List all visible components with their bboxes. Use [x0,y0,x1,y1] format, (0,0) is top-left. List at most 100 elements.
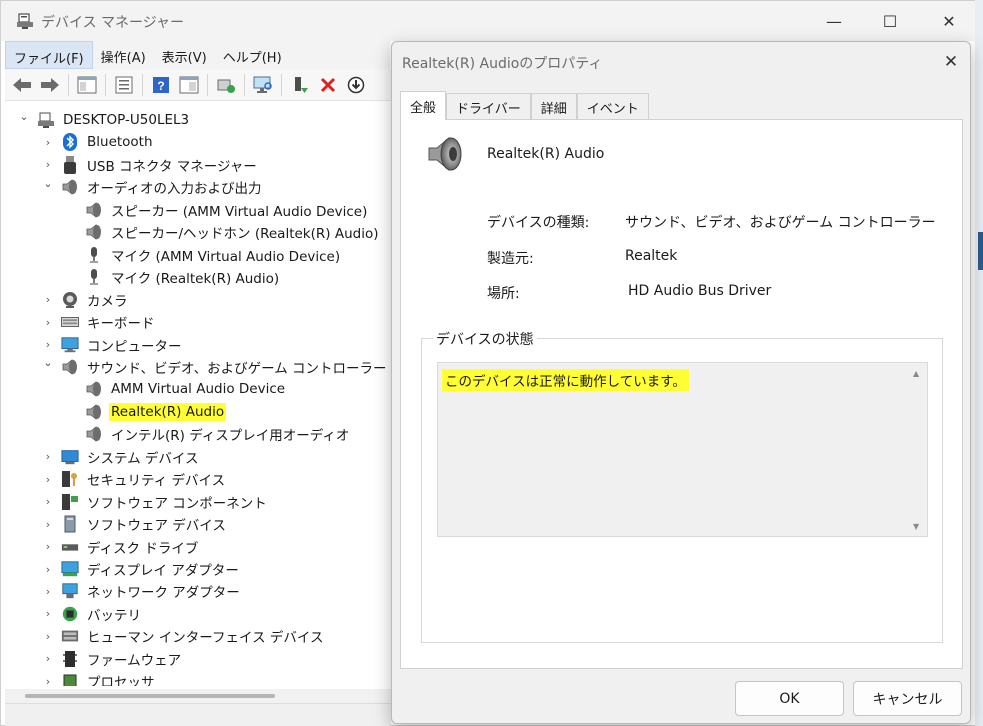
tree-item[interactable]: › ディスク ドライブ [41,536,200,558]
tree-item-label: DESKTOP-U50LEL3 [63,112,190,128]
chevron-right-icon[interactable]: › [41,158,55,171]
tree-view-icon [77,76,97,93]
maximize-button[interactable]: ☐ [867,7,913,35]
device-tree: ⌄ DESKTOP-U50LEL3 › Bluetooth › USB コネクタ マネージ… [5,101,391,686]
forward-button[interactable] [37,72,63,98]
menu-action[interactable]: 操作(A) [93,41,154,69]
back-arrow-icon [13,77,31,92]
menu-help[interactable]: ヘルプ(H) [215,41,290,69]
tree-item[interactable]: › ヒューマン インターフェイス デバイス [41,625,325,647]
chevron-right-icon[interactable]: › [41,293,55,306]
device-status-text: このデバイスは正常に動作しています。 [442,369,689,391]
chevron-right-icon[interactable]: › [41,563,55,576]
chevron-down-icon[interactable]: ⌄ [41,177,55,190]
firmware-icon [61,650,79,668]
chevron-right-icon[interactable]: › [41,338,55,351]
scrollbar-thumb[interactable] [25,694,275,698]
help-button[interactable]: ? [148,72,174,98]
download-button[interactable] [343,72,369,98]
status-scrollbar[interactable]: ▲ ▼ [909,364,926,535]
minimize-icon: — [826,11,842,31]
back-button[interactable] [9,72,35,98]
security-key-icon [61,470,79,488]
tree-item[interactable]: › Bluetooth [41,131,155,153]
dialog-close-button[interactable]: ✕ [940,51,962,73]
uninstall-device-button[interactable] [315,72,341,98]
tree-item[interactable]: › ソフトウェア コンポーネント [41,491,269,513]
tree-item[interactable]: ⌄ オーディオの入力および出力 [41,176,264,198]
chevron-right-icon[interactable]: › [41,652,55,665]
tree-item[interactable]: マイク (Realtek(R) Audio) [85,266,281,288]
tree-item[interactable]: › USB コネクタ マネージャー [41,154,259,176]
tab-general[interactable]: 全般 [400,91,447,120]
tree-item[interactable]: › システム デバイス [41,446,200,468]
help-icon: ? [153,76,169,93]
tab-events[interactable]: イベント [576,93,649,120]
device-type-label: デバイスの種類: [487,215,590,231]
show-hidden-button[interactable] [176,72,202,98]
window-title: デバイス マネージャー [41,15,185,31]
chevron-right-icon[interactable]: › [41,495,55,508]
chevron-right-icon[interactable]: › [41,136,55,149]
horizontal-scrollbar[interactable] [5,689,391,703]
chevron-right-icon[interactable]: › [41,607,55,620]
tree-item-label: スピーカー/ヘッドホン (Realtek(R) Audio) [111,226,379,243]
tree-item-label: USB コネクタ マネージャー [87,158,257,175]
close-window-button[interactable]: ✕ [926,7,972,35]
cancel-button[interactable]: キャンセル [853,681,962,716]
tree-item[interactable]: › コンピューター [41,334,184,356]
tree-item[interactable]: スピーカー/ヘッドホン (Realtek(R) Audio) [85,221,380,243]
speaker-icon [61,358,79,376]
tree-item[interactable]: › セキュリティ デバイス [41,468,227,490]
tree-item-label: インテル(R) ディスプレイ用オーディオ [111,428,350,445]
enable-device-button[interactable] [287,72,313,98]
scroll-up-icon[interactable]: ▲ [913,369,919,378]
chevron-down-icon[interactable]: ⌄ [41,356,55,369]
tree-item[interactable]: › ソフトウェア デバイス [41,513,228,535]
ok-button[interactable]: OK [735,681,844,716]
scroll-down-icon[interactable]: ▼ [913,522,919,531]
tree-item[interactable]: インテル(R) ディスプレイ用オーディオ [85,423,351,445]
chevron-right-icon[interactable]: › [41,585,55,598]
tree-item[interactable]: › カメラ [41,289,130,311]
tree-item[interactable]: › キーボード [41,311,157,333]
tree-item[interactable]: › プロセッサ [41,670,157,686]
chevron-right-icon[interactable]: › [41,675,55,686]
monitor-icon [61,336,79,354]
tree-item-label: マイク (Realtek(R) Audio) [111,271,280,288]
tab-driver[interactable]: ドライバー [446,93,531,120]
tree-item[interactable]: ⌄ DESKTOP-U50LEL3 [17,109,191,131]
manufacturer-value: Realtek [625,248,678,264]
tree-item[interactable]: スピーカー (AMM Virtual Audio Device) [85,199,369,221]
scan-hardware-button[interactable] [250,72,276,98]
tree-item[interactable]: マイク (AMM Virtual Audio Device) [85,244,342,266]
chevron-right-icon[interactable]: › [41,630,55,643]
menu-file[interactable]: ファイル(F) [5,41,93,69]
tree-item[interactable]: › ディスプレイ アダプター [41,558,241,580]
chevron-down-icon[interactable]: ⌄ [17,110,31,123]
chevron-right-icon[interactable]: › [41,540,55,553]
chevron-right-icon[interactable]: › [41,450,55,463]
tree-item[interactable]: › ファームウェア [41,648,183,670]
menu-view[interactable]: 表示(V) [154,41,215,69]
update-driver-icon [217,79,235,93]
tree-item[interactable]: › ネットワーク アダプター [41,580,242,602]
chevron-right-icon[interactable]: › [41,518,55,531]
tree-item[interactable]: ⌄ サウンド、ビデオ、およびゲーム コントローラー [41,356,389,378]
minimize-button[interactable]: — [811,7,857,35]
tree-item[interactable]: Realtek(R) Audio [85,401,227,423]
tree-item[interactable]: AMM Virtual Audio Device [85,378,287,400]
chevron-right-icon[interactable]: › [41,473,55,486]
device-status-textbox[interactable]: このデバイスは正常に動作しています。 ▲ ▼ [437,362,928,537]
tree-item[interactable]: › バッテリ [41,603,143,625]
tree-item-label: ヒューマン インターフェイス デバイス [87,630,324,647]
toolbar-separator [142,73,143,96]
properties-button[interactable] [111,72,137,98]
tab-details[interactable]: 詳細 [530,93,577,120]
tree-item-label: マイク (AMM Virtual Audio Device) [111,248,341,265]
chevron-right-icon[interactable]: › [41,316,55,329]
enable-device-icon [295,76,308,93]
tree-item-label: ファームウェア [87,652,182,669]
update-driver-button[interactable] [213,72,239,98]
tree-view-button[interactable] [74,72,100,98]
